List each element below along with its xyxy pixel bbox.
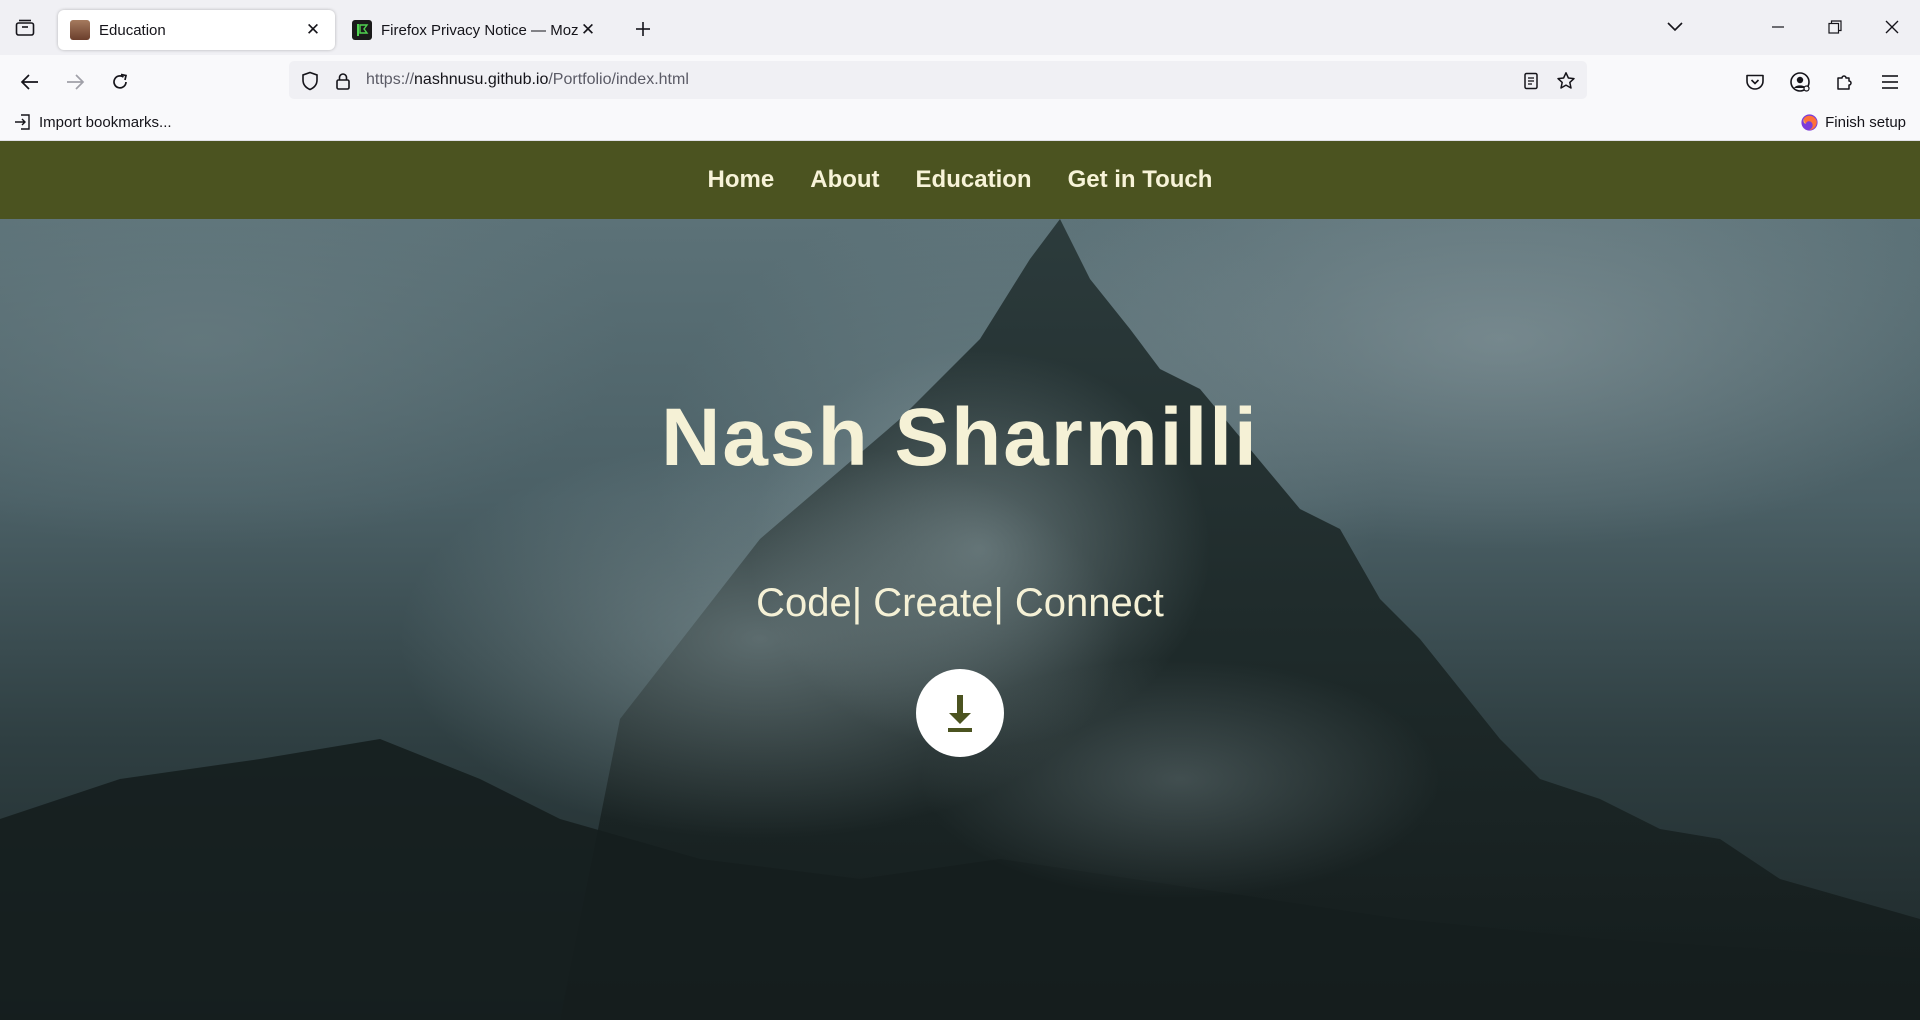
account-icon — [1790, 72, 1810, 92]
url-path: /Portfolio/index.html — [548, 71, 689, 88]
forward-arrow-icon — [67, 74, 85, 90]
hamburger-menu-icon — [1882, 75, 1898, 89]
url-scheme: https:// — [366, 71, 415, 88]
nav-link-education[interactable]: Education — [898, 166, 1050, 194]
url-bar[interactable]: https://nashnusu.github.io/Portfolio/ind… — [289, 61, 1587, 99]
navigation-toolbar: https://nashnusu.github.io/Portfolio/ind… — [0, 55, 1920, 105]
finish-setup-button[interactable]: Finish setup — [1800, 113, 1906, 132]
url-text[interactable]: https://nashnusu.github.io/Portfolio/ind… — [366, 71, 689, 89]
mozilla-favicon-icon — [352, 20, 372, 40]
education-favicon-icon — [70, 20, 90, 40]
minimize-icon — [1772, 26, 1784, 28]
url-host: nashnusu.github.io — [414, 71, 549, 88]
puzzle-piece-icon — [1837, 75, 1852, 90]
minimize-button[interactable] — [1763, 14, 1793, 40]
bookmarks-toolbar: Import bookmarks... Finish setup — [0, 105, 1920, 141]
hero-name: Nash Sharmilli — [661, 392, 1259, 483]
forward-button[interactable] — [60, 67, 90, 97]
nav-link-about[interactable]: About — [792, 166, 897, 194]
site-navigation: Home About Education Get in Touch — [0, 141, 1920, 219]
pocket-icon — [1746, 74, 1764, 90]
reload-button[interactable] — [105, 67, 135, 97]
account-button[interactable] — [1785, 67, 1815, 97]
close-tab-icon[interactable]: ✕ — [578, 20, 598, 40]
restore-button[interactable] — [1820, 14, 1850, 40]
finish-setup-label: Finish setup — [1825, 114, 1906, 131]
import-icon — [15, 114, 30, 130]
web-page: Home About Education Get in Touch Nash S… — [0, 141, 1920, 1020]
reader-view-icon[interactable] — [1520, 70, 1542, 92]
import-bookmarks-button[interactable]: Import bookmarks... — [14, 113, 172, 131]
download-button[interactable] — [916, 669, 1004, 757]
nav-link-get-in-touch[interactable]: Get in Touch — [1050, 166, 1231, 194]
close-tab-icon[interactable]: ✕ — [303, 20, 323, 40]
extensions-button[interactable] — [1830, 67, 1860, 97]
tracking-protection-shield-icon[interactable] — [299, 70, 321, 92]
close-window-button[interactable] — [1877, 14, 1907, 40]
tab-title: Education — [99, 21, 166, 39]
download-arrow-icon — [948, 695, 972, 732]
tab-overview-icon — [15, 19, 35, 36]
back-button[interactable] — [15, 67, 45, 97]
tab-firefox-privacy[interactable]: Firefox Privacy Notice — Mozilla ✕ — [340, 10, 610, 50]
reload-icon — [113, 73, 128, 89]
hero-tagline: Code| Create| Connect — [756, 581, 1164, 625]
lock-icon[interactable] — [332, 70, 354, 92]
pocket-button[interactable] — [1740, 67, 1770, 97]
app-menu-button[interactable] — [1875, 67, 1905, 97]
nav-link-home[interactable]: Home — [690, 166, 793, 194]
list-all-tabs-button[interactable] — [1660, 14, 1690, 40]
new-tab-button[interactable] — [630, 16, 656, 42]
bookmark-star-icon[interactable] — [1555, 70, 1577, 92]
tab-strip: Education ✕ Firefox Privacy Notice — Moz… — [0, 0, 1920, 55]
tab-education[interactable]: Education ✕ — [58, 10, 335, 50]
hero-section: Nash Sharmilli Code| Create| Connect — [0, 219, 1920, 1020]
firefox-logo-icon — [1801, 114, 1818, 131]
back-arrow-icon — [20, 74, 38, 90]
close-icon — [1885, 20, 1899, 34]
plus-icon — [636, 22, 650, 36]
chevron-down-icon — [1667, 22, 1683, 32]
import-bookmarks-label: Import bookmarks... — [39, 113, 172, 131]
restore-icon — [1828, 20, 1842, 34]
tab-title: Firefox Privacy Notice — Mozilla — [381, 21, 578, 39]
tab-overview-button[interactable] — [12, 16, 38, 40]
